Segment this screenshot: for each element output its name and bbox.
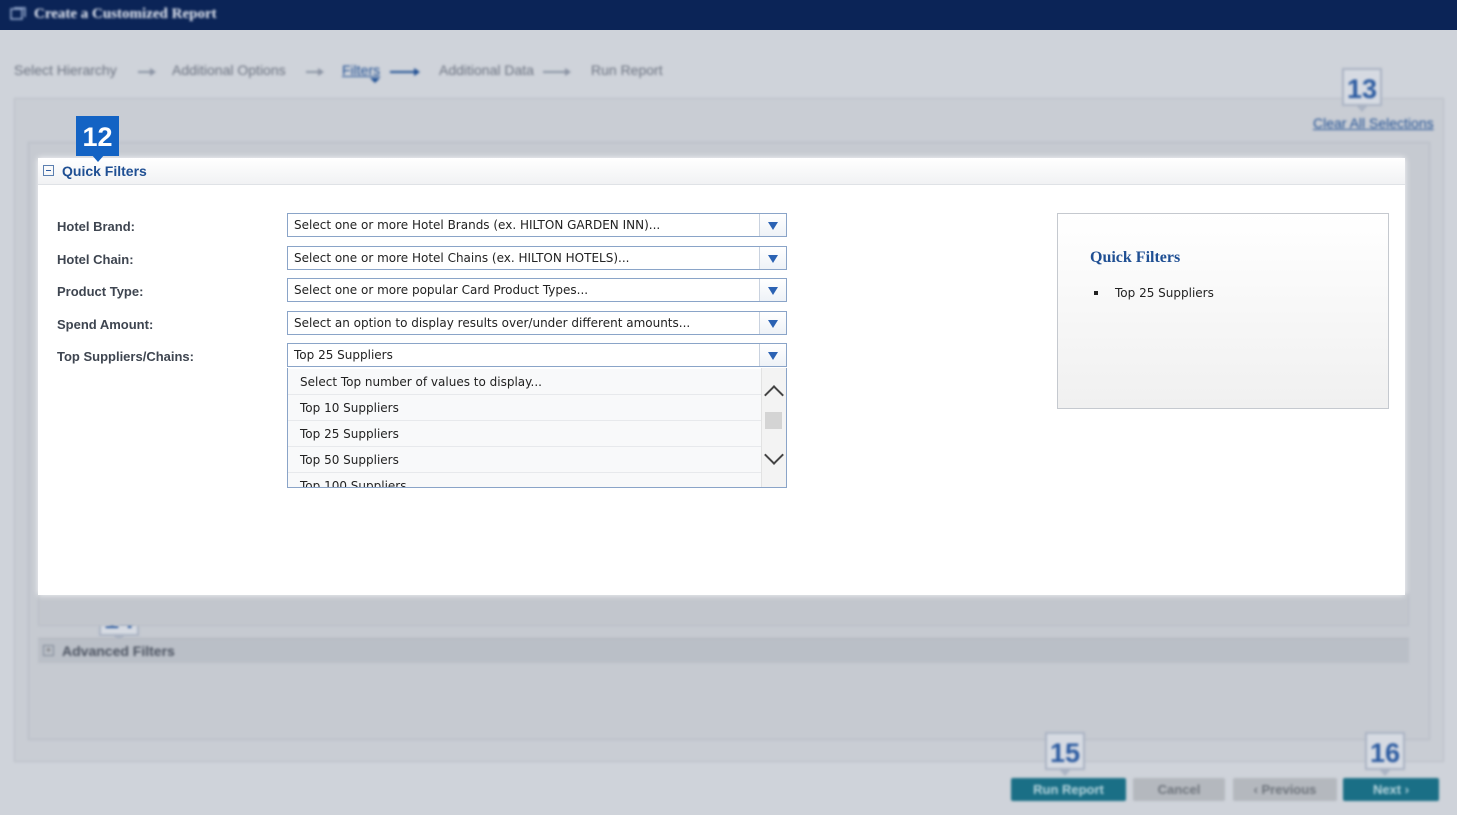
dropdown-option[interactable]: Top 10 Suppliers bbox=[288, 395, 762, 421]
callout-16: 16 bbox=[1365, 732, 1405, 776]
active-step-marker bbox=[370, 78, 380, 83]
quick-filters-summary: Quick Filters Top 25 Suppliers bbox=[1057, 213, 1389, 409]
dropdown-arrow-icon[interactable] bbox=[759, 214, 786, 236]
step-filters[interactable]: Filters bbox=[342, 62, 380, 78]
callout-13: 13 bbox=[1342, 68, 1382, 112]
product-type-label: Product Type: bbox=[57, 284, 144, 299]
window-title: Create a Customized Report bbox=[34, 6, 217, 22]
dropdown-option-label: Top 25 Suppliers bbox=[300, 427, 399, 441]
collapse-icon[interactable] bbox=[43, 165, 54, 176]
hotel-chain-value: Select one or more Hotel Chains (ex. HIL… bbox=[294, 251, 630, 265]
scroll-up-icon[interactable] bbox=[764, 385, 784, 405]
step-arrow bbox=[138, 68, 156, 76]
dropdown-option[interactable]: Top 100 Suppliers bbox=[288, 473, 762, 488]
hotel-brand-label: Hotel Brand: bbox=[57, 219, 135, 234]
expand-icon[interactable]: + bbox=[43, 645, 54, 656]
clear-all-selections-link[interactable]: Clear All Selections bbox=[1313, 115, 1434, 131]
dropdown-arrow-icon[interactable] bbox=[759, 247, 786, 269]
dropdown-option-label: Top 10 Suppliers bbox=[300, 401, 399, 415]
step-select-hierarchy[interactable]: Select Hierarchy bbox=[14, 62, 117, 78]
dropdown-scrollbar[interactable] bbox=[761, 368, 786, 487]
summary-title: Quick Filters bbox=[1090, 249, 1181, 266]
hotel-chain-label: Hotel Chain: bbox=[57, 252, 134, 267]
top-suppliers-label: Top Suppliers/Chains: bbox=[57, 349, 194, 364]
step-run-report[interactable]: Run Report bbox=[591, 62, 663, 78]
top-suppliers-value: Top 25 Suppliers bbox=[294, 348, 393, 362]
previous-button[interactable]: ‹ Previous bbox=[1233, 778, 1337, 801]
summary-item: Top 25 Suppliers bbox=[1115, 286, 1214, 300]
hotel-chain-select[interactable]: Select one or more Hotel Chains (ex. HIL… bbox=[287, 246, 787, 270]
bullet-icon bbox=[1094, 291, 1098, 295]
dropdown-option[interactable]: Top 25 Suppliers bbox=[288, 421, 762, 447]
product-type-select[interactable]: Select one or more popular Card Product … bbox=[287, 278, 787, 302]
quick-filters-header[interactable]: Quick Filters bbox=[38, 158, 1405, 185]
scroll-thumb[interactable] bbox=[765, 412, 782, 429]
next-button[interactable]: Next › bbox=[1343, 778, 1439, 801]
dropdown-option-label: Top 50 Suppliers bbox=[300, 453, 399, 467]
top-suppliers-dropdown-list[interactable]: Select Top number of values to display..… bbox=[287, 368, 787, 488]
callout-12: 12 bbox=[76, 116, 119, 162]
hotel-brand-value: Select one or more Hotel Brands (ex. HIL… bbox=[294, 218, 661, 232]
dropdown-option-label: Select Top number of values to display..… bbox=[300, 375, 542, 389]
hotel-brand-select[interactable]: Select one or more Hotel Brands (ex. HIL… bbox=[287, 213, 787, 237]
step-arrow bbox=[543, 68, 571, 76]
product-type-value: Select one or more popular Card Product … bbox=[294, 283, 589, 297]
run-report-button[interactable]: Run Report bbox=[1011, 778, 1126, 801]
dropdown-arrow-icon[interactable] bbox=[759, 312, 786, 334]
step-additional-data[interactable]: Additional Data bbox=[439, 62, 534, 78]
step-additional-options[interactable]: Additional Options bbox=[172, 62, 286, 78]
section-divider bbox=[38, 594, 1409, 626]
callout-15: 15 bbox=[1045, 732, 1085, 776]
dropdown-option-label: Top 100 Suppliers bbox=[300, 479, 407, 488]
quick-filters-panel: Quick Filters Hotel Brand: Select one or… bbox=[38, 158, 1405, 595]
dropdown-option[interactable]: Top 50 Suppliers bbox=[288, 447, 762, 473]
scroll-down-icon[interactable] bbox=[764, 445, 784, 465]
dropdown-arrow-icon[interactable] bbox=[759, 344, 786, 366]
spend-amount-value: Select an option to display results over… bbox=[294, 316, 691, 330]
cancel-button[interactable]: Cancel bbox=[1133, 778, 1225, 801]
dropdown-option[interactable]: Select Top number of values to display..… bbox=[288, 369, 762, 395]
spend-amount-label: Spend Amount: bbox=[57, 317, 154, 332]
advanced-filters-title: Advanced Filters bbox=[62, 643, 175, 659]
advanced-filters-header[interactable]: + Advanced Filters bbox=[38, 638, 1409, 663]
spend-amount-select[interactable]: Select an option to display results over… bbox=[287, 311, 787, 335]
dropdown-arrow-icon[interactable] bbox=[759, 279, 786, 301]
step-arrow bbox=[306, 68, 324, 76]
report-icon bbox=[10, 7, 26, 20]
quick-filters-title: Quick Filters bbox=[62, 163, 147, 179]
top-suppliers-select[interactable]: Top 25 Suppliers bbox=[287, 343, 787, 367]
step-arrow-active bbox=[390, 68, 420, 76]
title-bar: Create a Customized Report bbox=[0, 0, 1457, 30]
